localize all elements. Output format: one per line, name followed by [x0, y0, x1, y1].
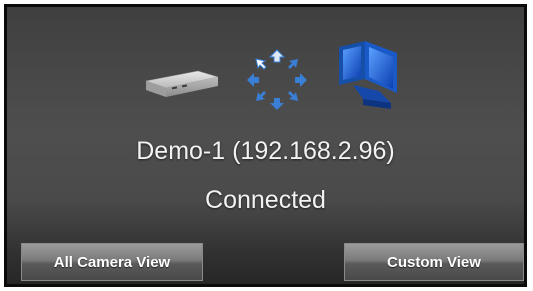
- network-device-icon: [144, 70, 219, 97]
- connecting-arrows-icon: [247, 49, 307, 110]
- status-icons: [7, 41, 524, 121]
- connection-status: Connected: [205, 186, 326, 214]
- connection-panel: Demo-1 (192.168.2.96) Connected All Came…: [4, 4, 527, 287]
- device-title: Demo-1 (192.168.2.96): [136, 137, 395, 165]
- custom-view-button[interactable]: Custom View: [344, 243, 524, 281]
- all-camera-view-button[interactable]: All Camera View: [21, 243, 203, 281]
- monitor-icon: [339, 41, 397, 109]
